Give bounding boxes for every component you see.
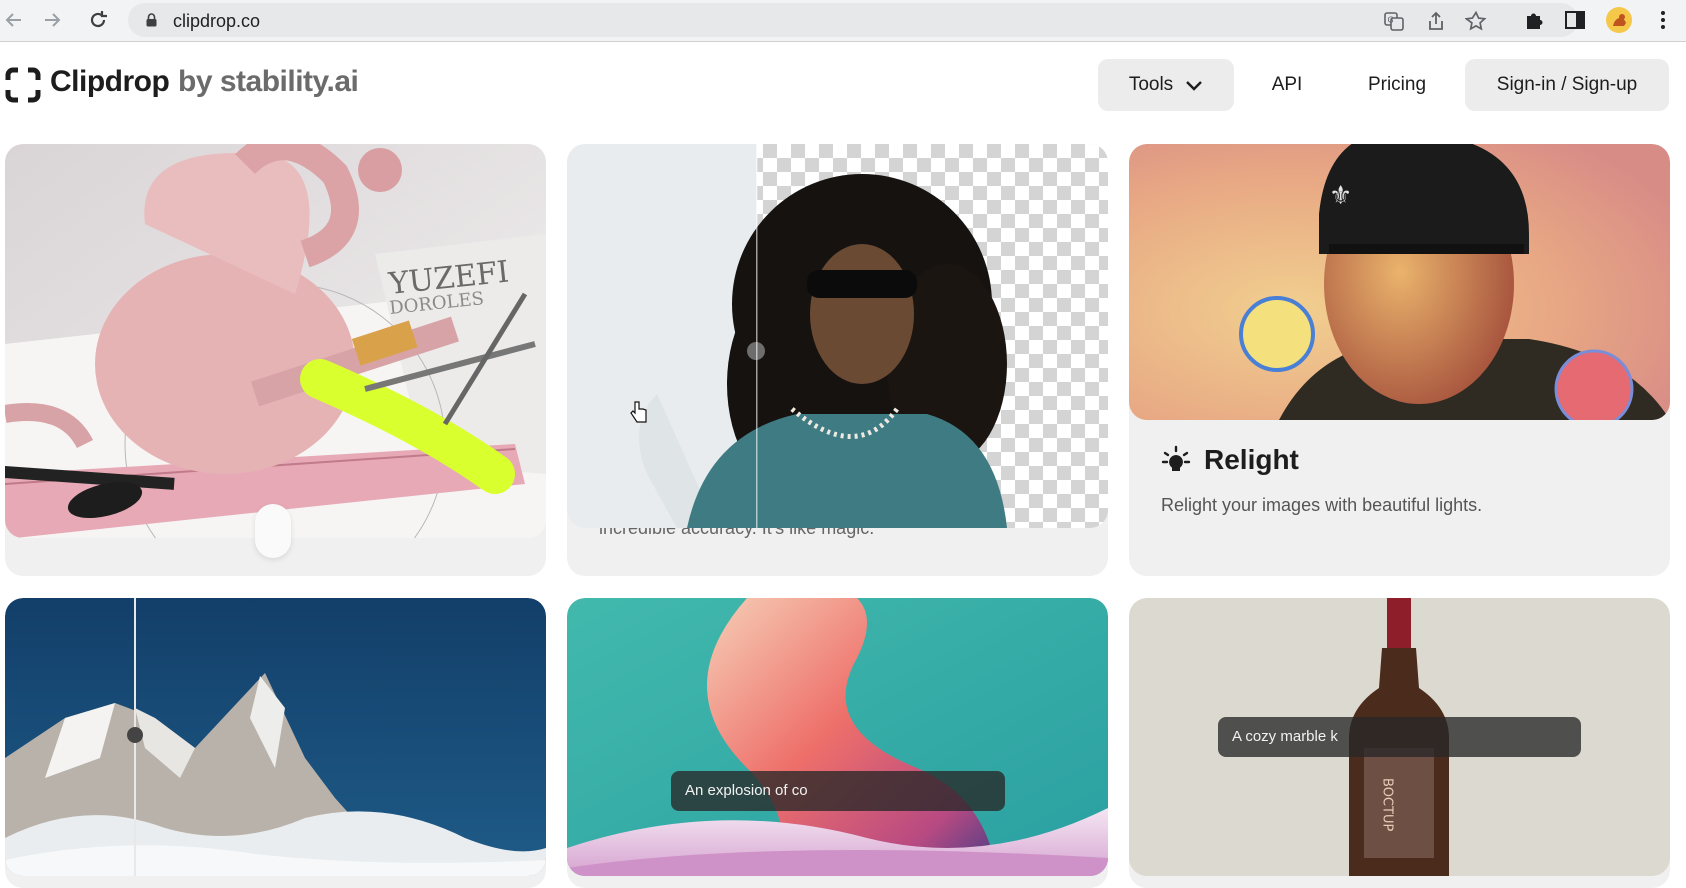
address-bar[interactable]: clipdrop.co G	[128, 3, 1578, 37]
pricing-label: Pricing	[1367, 74, 1427, 95]
api-label: API	[1271, 74, 1303, 95]
svg-text:BOCTUP: BOCTUP	[1380, 778, 1395, 831]
extensions-puzzle-icon[interactable]	[1523, 8, 1547, 32]
side-panel-icon[interactable]	[1563, 8, 1587, 32]
svg-text:⚜: ⚜	[1329, 181, 1352, 211]
curly-hair-demo-image	[567, 144, 1108, 528]
signin-label: Sign-in / Sign-up	[1496, 74, 1638, 95]
logo-byline: by stability.ai	[178, 65, 359, 98]
tool-card-remove-background[interactable]: incredible accuracy. It's like magic.	[567, 144, 1108, 576]
tools-menu-button[interactable]: Tools	[1098, 59, 1234, 111]
share-icon[interactable]	[1425, 10, 1447, 32]
tool-card-replace-background[interactable]: BOCTUP A cozy marble k	[1129, 598, 1670, 888]
tool-card-relight[interactable]: ⚜ Relight Relight your images with beaut…	[1129, 144, 1670, 576]
svg-text:G: G	[1388, 16, 1394, 25]
forward-arrow-icon[interactable]	[41, 9, 63, 31]
prompt-text: An explosion of co	[685, 782, 808, 799]
tool-card-cleanup[interactable]: YUZEFI DOROLES	[5, 144, 546, 576]
back-arrow-icon[interactable]	[3, 9, 25, 31]
relight-title: Relight	[1204, 444, 1299, 475]
url-text: clipdrop.co	[173, 11, 261, 31]
logo-wordmark[interactable]: Clipdrop	[50, 65, 170, 99]
prompt-input-demo: A cozy marble k	[1218, 717, 1581, 757]
site-header: Clipdrop by stability.ai Tools API Prici…	[0, 43, 1686, 127]
chevron-down-icon	[1186, 81, 1203, 91]
tool-card-stable-diffusion[interactable]: An explosion of co	[567, 598, 1108, 888]
browser-toolbar: clipdrop.co G	[0, 0, 1686, 42]
pricing-link[interactable]: Pricing	[1352, 59, 1442, 111]
translate-icon[interactable]: G	[1383, 10, 1405, 32]
mountain-demo-image	[5, 598, 546, 876]
prompt-text: A cozy marble k	[1232, 728, 1338, 745]
lock-icon	[146, 13, 157, 27]
api-link[interactable]: API	[1254, 59, 1320, 111]
clipdrop-logo-icon[interactable]	[5, 67, 41, 103]
handbag-demo-image: YUZEFI DOROLES	[5, 144, 546, 538]
reload-icon[interactable]	[87, 9, 109, 31]
relight-bulb-icon	[1161, 445, 1191, 475]
relight-description: Relight your images with beautiful light…	[1161, 495, 1483, 515]
prompt-input-demo: An explosion of co	[671, 771, 1005, 811]
tool-card-upscale[interactable]	[5, 598, 546, 888]
kebab-menu-icon[interactable]	[1651, 8, 1675, 32]
bookmark-star-icon[interactable]	[1464, 10, 1487, 32]
hand-cursor-icon	[630, 400, 648, 424]
abstract-gradient-demo-image	[567, 598, 1108, 876]
relight-demo-image: ⚜	[1129, 144, 1670, 420]
compare-slider-handle[interactable]	[255, 504, 291, 558]
signin-button[interactable]: Sign-in / Sign-up	[1465, 59, 1669, 111]
tools-menu-label: Tools	[1128, 74, 1174, 95]
profile-avatar-icon[interactable]	[1605, 6, 1633, 34]
